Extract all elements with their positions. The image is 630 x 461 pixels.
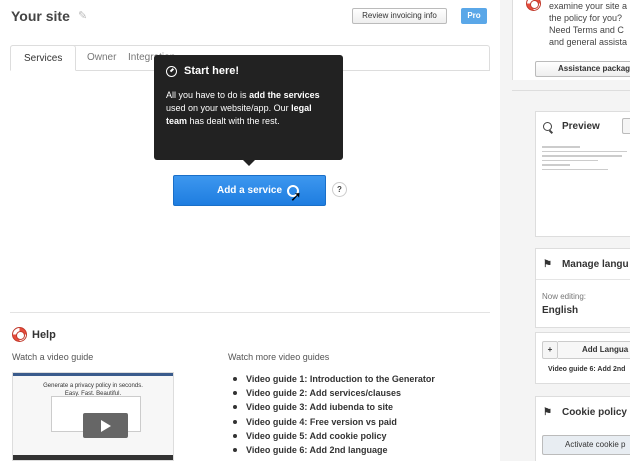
assistance-package-button[interactable]: Assistance packag xyxy=(535,61,630,77)
preview-header: Preview xyxy=(536,112,630,140)
lifebuoy-icon xyxy=(526,0,541,11)
add-language-button[interactable]: Add Langua xyxy=(558,341,630,359)
add-language-panel: + Add Langua Video guide 6: Add 2nd xyxy=(535,332,630,384)
preview-open-button[interactable] xyxy=(622,118,630,134)
cookie-panel: ⚑ Cookie policy Activate cookie p xyxy=(535,396,630,461)
page-title: Your site xyxy=(11,8,70,24)
more-videos-label: Watch more video guides xyxy=(228,352,330,362)
activate-cookie-button[interactable]: Activate cookie p xyxy=(542,435,630,455)
flag-icon: ⚑ xyxy=(543,406,552,418)
help-heading: Help xyxy=(12,327,56,342)
preview-title: Preview xyxy=(562,120,600,132)
play-icon[interactable] xyxy=(83,413,128,438)
search-icon xyxy=(543,121,552,131)
help-title: Help xyxy=(32,328,56,341)
assistance-text: examine your site a the policy for you? … xyxy=(549,1,628,47)
add-service-button[interactable]: Add a service xyxy=(173,175,326,206)
sidebar-lifebuoy xyxy=(526,0,541,11)
policy-preview-thumbnail[interactable] xyxy=(542,146,630,186)
editing-section: Now editing: English xyxy=(536,279,630,316)
pro-badge: Pro xyxy=(461,8,487,24)
video-guide-link[interactable]: Video guide 3: Add iubenda to site xyxy=(233,400,435,414)
cookie-header: ⚑ Cookie policy xyxy=(536,397,630,427)
sidebar-divider xyxy=(512,90,630,91)
language-video-guide-link[interactable]: Video guide 6: Add 2nd xyxy=(548,366,625,373)
clock-icon xyxy=(166,65,177,77)
start-here-tooltip: Start here! All you have to do is add th… xyxy=(154,55,343,160)
video-guide-link[interactable]: Video guide 4: Free version vs paid xyxy=(233,415,435,429)
video-header-bar xyxy=(13,373,173,376)
lifebuoy-icon xyxy=(12,327,27,342)
video-player[interactable]: Generate a privacy policy in seconds. Ea… xyxy=(12,372,174,461)
video-guide-link[interactable]: Video guide 1: Introduction to the Gener… xyxy=(233,372,435,386)
cookie-title: Cookie policy xyxy=(561,406,627,418)
tooltip-title: Start here! xyxy=(184,65,240,77)
video-guide-link[interactable]: Video guide 5: Add cookie policy xyxy=(233,429,435,443)
tooltip-header: Start here! xyxy=(166,65,331,77)
edit-pencil-icon[interactable]: ✎ xyxy=(78,9,87,22)
video-guide-link[interactable]: Video guide 2: Add services/clauses xyxy=(233,386,435,400)
tooltip-arrow xyxy=(243,160,255,166)
now-editing-label: Now editing: xyxy=(542,292,587,301)
add-service-label: Add a service xyxy=(216,185,283,196)
languages-panel: ⚑ Manage langu Now editing: English xyxy=(535,248,630,328)
section-divider xyxy=(10,312,490,313)
languages-title: Manage langu xyxy=(561,258,629,270)
preview-panel: Preview xyxy=(535,111,630,237)
video-guide-list: Video guide 1: Introduction to the Gener… xyxy=(233,372,435,457)
current-language: English xyxy=(542,305,579,316)
video-guide-link[interactable]: Video guide 6: Add 2nd language xyxy=(233,443,435,457)
tooltip-text: All you have to do is add the services u… xyxy=(166,90,320,126)
mouse-cursor-icon: ➚ xyxy=(290,188,302,204)
languages-header: ⚑ Manage langu xyxy=(536,249,630,279)
review-invoicing-button[interactable]: Review invoicing info xyxy=(352,8,447,24)
main-panel: Your site ✎ Review invoicing info Pro Se… xyxy=(0,0,500,461)
flag-icon: ⚑ xyxy=(543,258,552,270)
watch-video-label: Watch a video guide xyxy=(12,352,94,362)
plus-icon[interactable]: + xyxy=(542,341,558,359)
help-question-icon[interactable]: ? xyxy=(332,182,347,197)
video-control-bar[interactable] xyxy=(13,455,173,460)
tab-services[interactable]: Services xyxy=(10,45,77,71)
